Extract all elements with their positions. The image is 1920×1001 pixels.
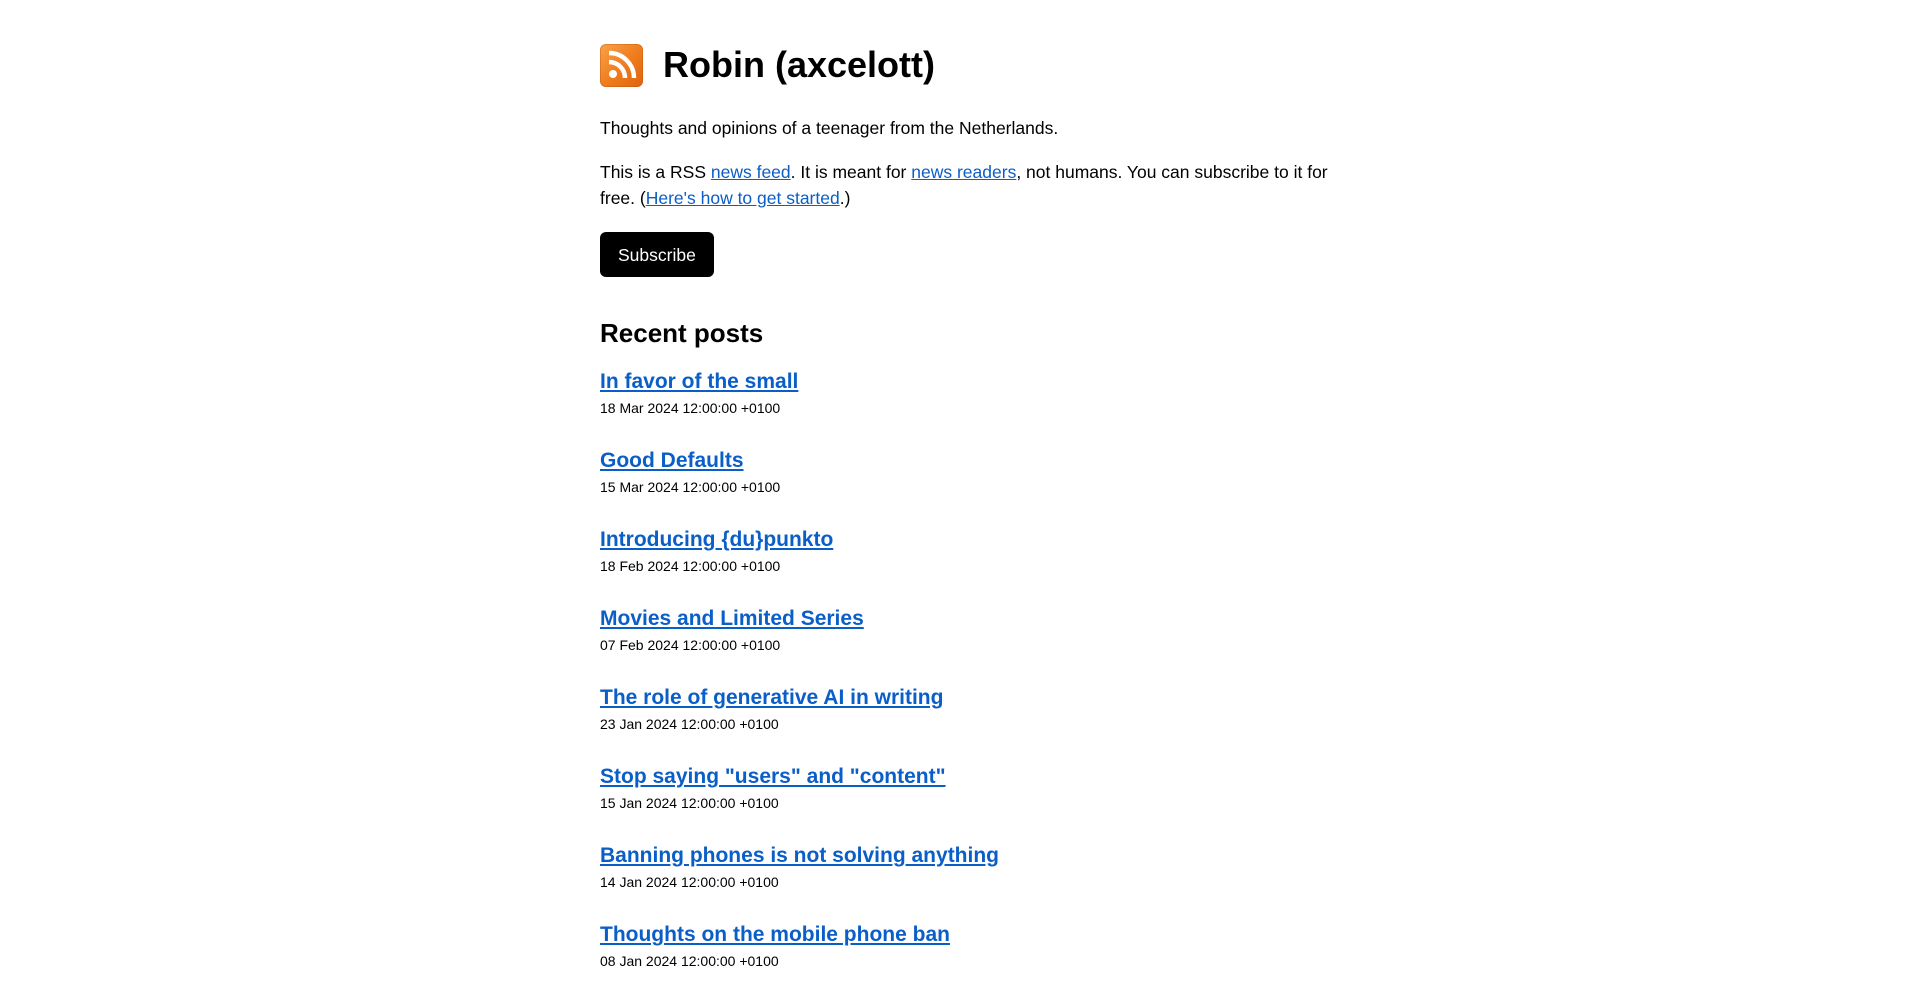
post-date: 23 Jan 2024 12:00:00 +0100 (600, 716, 779, 732)
post-date: 15 Jan 2024 12:00:00 +0100 (600, 795, 779, 811)
post-item: Thoughts on the mobile phone ban 08 Jan … (600, 922, 1360, 1001)
post-item: The role of generative AI in writing 23 … (600, 685, 1360, 764)
post-item: Stop saying "users" and "content" 15 Jan… (600, 764, 1360, 843)
notice-text-1: This is a RSS (600, 162, 711, 182)
recent-posts-list: In favor of the small 18 Mar 2024 12:00:… (600, 369, 1360, 1001)
post-title-link[interactable]: In favor of the small (600, 369, 798, 395)
notice-text-4: .) (839, 188, 851, 208)
rss-notice: This is a RSS news feed. It is meant for… (600, 159, 1360, 211)
rss-feed-icon (600, 43, 643, 87)
post-date: 14 Jan 2024 12:00:00 +0100 (600, 874, 779, 890)
page-container: Robin (axcelott) Thoughts and opinions o… (600, 0, 1360, 1001)
rss-glyph (608, 50, 636, 79)
post-date: 18 Feb 2024 12:00:00 +0100 (600, 558, 781, 574)
subscribe-button[interactable]: Subscribe (600, 232, 714, 277)
post-date: 15 Mar 2024 12:00:00 +0100 (600, 479, 781, 495)
post-title-link[interactable]: Introducing {du}punkto (600, 527, 833, 553)
post-date: 18 Mar 2024 12:00:00 +0100 (600, 400, 781, 416)
post-title-link[interactable]: Banning phones is not solving anything (600, 843, 999, 869)
news-readers-link[interactable]: news readers (911, 162, 1016, 182)
post-item: Movies and Limited Series 07 Feb 2024 12… (600, 606, 1360, 685)
post-item: In favor of the small 18 Mar 2024 12:00:… (600, 369, 1360, 448)
post-title-link[interactable]: The role of generative AI in writing (600, 685, 943, 711)
site-tagline: Thoughts and opinions of a teenager from… (600, 118, 1059, 138)
post-date: 07 Feb 2024 12:00:00 +0100 (600, 637, 781, 653)
get-started-link[interactable]: Here's how to get started (646, 188, 840, 208)
post-title-link[interactable]: Good Defaults (600, 448, 744, 474)
site-title: Robin (axcelott) (663, 44, 936, 85)
recent-posts-heading: Recent posts (600, 318, 764, 348)
post-item: Banning phones is not solving anything 1… (600, 843, 1360, 922)
post-item: Good Defaults 15 Mar 2024 12:00:00 +0100 (600, 448, 1360, 527)
post-title-link[interactable]: Stop saying "users" and "content" (600, 764, 946, 790)
site-header: Robin (axcelott) (600, 43, 1360, 87)
notice-text-2: . It is meant for (790, 162, 912, 182)
post-item: Introducing {du}punkto 18 Feb 2024 12:00… (600, 527, 1360, 606)
post-title-link[interactable]: Movies and Limited Series (600, 606, 864, 632)
post-date: 08 Jan 2024 12:00:00 +0100 (600, 953, 779, 969)
post-title-link[interactable]: Thoughts on the mobile phone ban (600, 922, 950, 948)
news-feed-link[interactable]: news feed (711, 162, 791, 182)
